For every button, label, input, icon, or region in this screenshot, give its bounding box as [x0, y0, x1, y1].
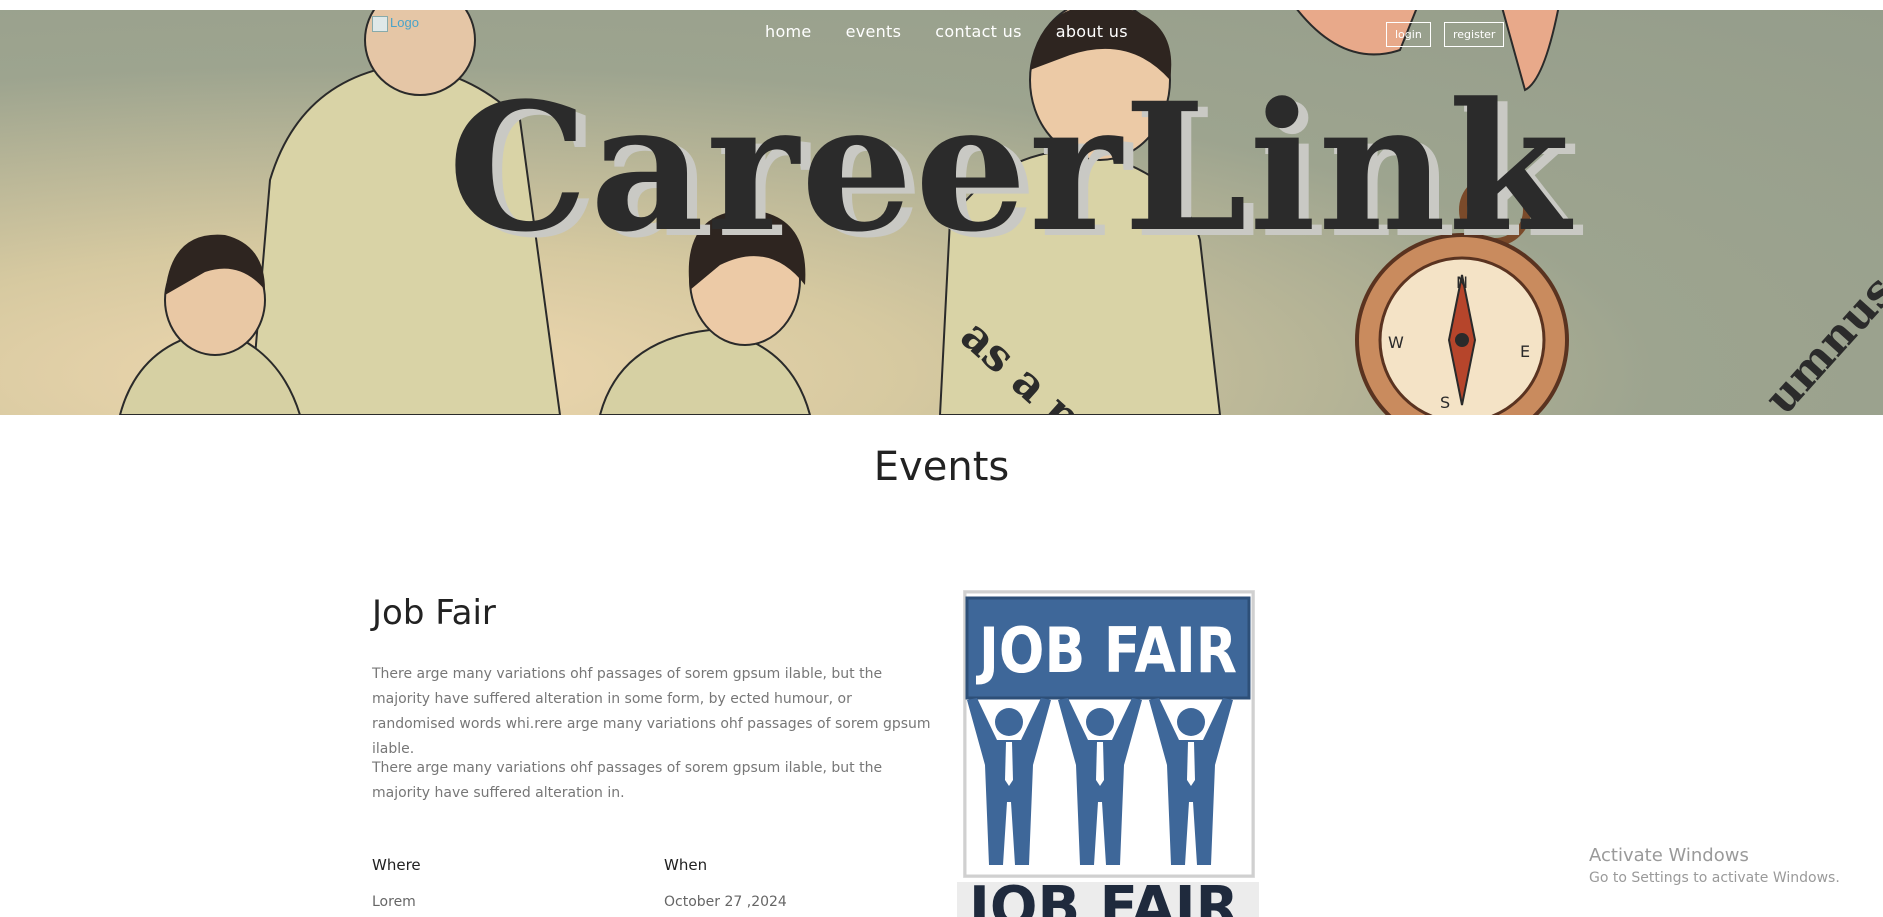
activate-windows-subtitle: Go to Settings to activate Windows. [1589, 870, 1840, 886]
activate-windows-title: Activate Windows [1589, 845, 1749, 866]
nav-contact-us[interactable]: contact us [935, 22, 1021, 41]
poster-heading: JOB FAIR [976, 614, 1237, 687]
svg-text:N: N [1456, 273, 1468, 292]
event-title: Job Fair [372, 593, 496, 633]
register-button[interactable]: register [1444, 22, 1505, 47]
where-value: Lorem [372, 894, 416, 910]
job-fair-poster: JOB FAIR JOB FAIR [957, 590, 1259, 917]
logo-alt-text: Logo [390, 15, 419, 30]
activate-windows-overlay: Activate Windows Go to Settings to activ… [1589, 845, 1840, 886]
event-description-2: There arge many variations ohf passages … [372, 760, 883, 801]
event-description-1: There arge many variations ohf passages … [372, 666, 931, 757]
events-section-title: Events [873, 444, 1010, 490]
when-value: October 27 ,2024 [664, 894, 787, 910]
brand-title: CareerLink [448, 64, 1573, 271]
nav-events[interactable]: events [846, 22, 902, 41]
svg-text:E: E [1520, 342, 1530, 361]
register-wrapper: register [1444, 22, 1505, 47]
nav-about-us[interactable]: about us [1056, 22, 1128, 41]
where-label: Where [372, 856, 421, 874]
login-wrapper: login [1386, 22, 1431, 47]
broken-image-icon [372, 15, 388, 32]
svg-text:W: W [1388, 333, 1404, 352]
top-strip [0, 0, 1883, 10]
nav-home[interactable]: home [765, 22, 812, 41]
poster-heading-2: JOB FAIR [965, 875, 1239, 917]
hero-banner: N E W S Logo home events contact us abou… [0, 10, 1883, 415]
svg-text:S: S [1440, 393, 1450, 412]
login-button[interactable]: login [1386, 22, 1431, 47]
main-nav: home events contact us about us [765, 22, 1128, 41]
logo[interactable]: Logo [372, 15, 419, 32]
when-label: When [664, 856, 708, 874]
